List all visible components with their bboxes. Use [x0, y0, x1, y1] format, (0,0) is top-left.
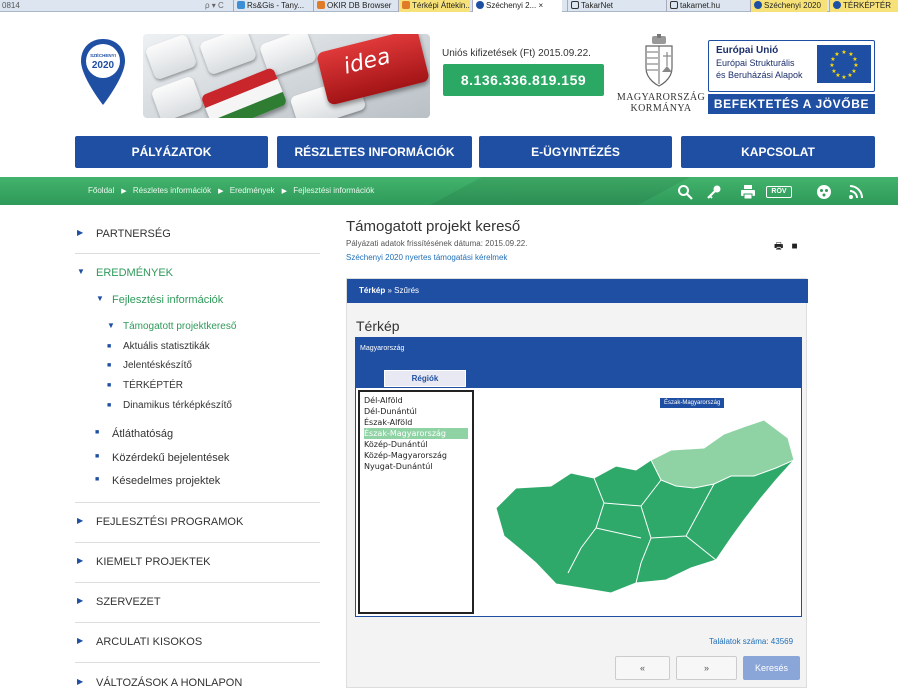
page-title: Támogatott projekt kereső: [346, 218, 521, 235]
region-list[interactable]: Dél-Alföld Dél-Dunántúl Észak-Alföld Ész…: [358, 390, 474, 614]
pin-icon: [476, 1, 484, 9]
pin-icon: [833, 1, 841, 9]
tab-regiok[interactable]: Régiók: [384, 370, 466, 387]
nav-kapcsolat[interactable]: KAPCSOLAT: [681, 136, 875, 168]
svg-text:★: ★: [841, 74, 846, 81]
panel-title: Térkép: [356, 318, 400, 334]
breadcrumb-bar: Főoldal ▶ Részletes információk ▶ Eredmény…: [0, 177, 898, 205]
browser-tabstrip: 0814 ρ ▾ C Rs&Gis - Tany... OKIR DB Brow…: [0, 0, 898, 12]
chevron-right-icon: ▶: [281, 188, 288, 195]
tab-terkep[interactable]: Térkép: [359, 286, 385, 295]
browser-tab-rsgis[interactable]: Rs&Gis - Tany...: [233, 0, 310, 12]
browser-tab-okir[interactable]: OKIR DB Browser: [313, 0, 396, 12]
key-icon[interactable]: [706, 184, 722, 200]
svg-text:★: ★: [829, 62, 834, 69]
browser-tab-szechenyi2020[interactable]: Széchenyi 2020: [750, 0, 827, 12]
pin-icon: [754, 1, 762, 9]
hungarian-flag-key: [200, 66, 288, 118]
svg-text:2020: 2020: [92, 60, 115, 71]
prev-button[interactable]: «: [615, 656, 670, 680]
t-icon: [571, 1, 579, 9]
breadcrumb-eredmenyek[interactable]: Eredmények: [230, 186, 275, 195]
globe-icon: [237, 1, 245, 9]
search-button[interactable]: Keresés: [743, 656, 800, 680]
caret-right-icon: ▶: [77, 228, 84, 237]
region-item[interactable]: Közép-Dunántúl: [364, 439, 468, 450]
page-tools: 🖶 ■: [774, 239, 798, 256]
browser-tab-szechenyi-active[interactable]: Széchenyi 2... ×: [472, 0, 562, 12]
idea-key: idea: [316, 34, 430, 106]
szechenyi-2020-logo[interactable]: SZÉCHENYI 2020: [79, 37, 127, 107]
hungarian-coat-of-arms-icon: [645, 34, 673, 87]
region-item[interactable]: Közép-Magyarország: [364, 450, 468, 461]
caret-down-icon: ▼: [77, 267, 85, 276]
svg-text:★: ★: [841, 49, 846, 56]
browser-tab-takarnet[interactable]: TakarNet: [567, 0, 645, 12]
accessibility-icon[interactable]: [816, 184, 832, 200]
eu-flag-icon: ★ ★★★ ★★★★ ★★★★: [817, 45, 871, 83]
caret-right-icon: ▶: [77, 636, 84, 645]
search-icon[interactable]: [677, 184, 693, 200]
map-frame: Dél-Alföld Dél-Dunántúl Észak-Alföld Ész…: [355, 387, 802, 617]
results-count: Találatok száma: 43569: [709, 637, 794, 646]
nav-palyazatok[interactable]: PÁLYÁZATOK: [75, 136, 268, 168]
caret-down-icon: ▼: [107, 321, 115, 330]
nav-e-ugyintezes[interactable]: E-ÜGYINTÉZÉS: [479, 136, 672, 168]
payout-value: 8.136.336.819.159: [443, 64, 604, 96]
region-item[interactable]: Nyugat-Dunántúl: [364, 461, 468, 472]
breadcrumb-fooldal[interactable]: Főoldal: [88, 186, 114, 195]
browser-nav-controls[interactable]: ρ ▾ C: [205, 1, 224, 10]
caret-right-icon: ▶: [77, 516, 84, 525]
region-item[interactable]: Észak-Alföld: [364, 417, 468, 428]
eu-slogan: BEFEKTETÉS A JÖVŐBE: [708, 94, 875, 114]
flower-icon: [402, 1, 410, 9]
government-logo-text: MAGYARORSZÁG KORMÁNYA: [616, 92, 706, 114]
rov-shortlink-button[interactable]: RÖV: [766, 186, 792, 198]
browser-tab-terkepi[interactable]: Térképi Áttekin...: [398, 0, 470, 12]
address-fragment[interactable]: 0814: [2, 1, 20, 10]
caret-right-icon: ▶: [77, 556, 84, 565]
next-button[interactable]: »: [676, 656, 737, 680]
print-icon[interactable]: 🖶: [774, 241, 783, 252]
breadcrumb-reszletes[interactable]: Részletes információk: [133, 186, 211, 195]
svg-text:SZÉCHENYI: SZÉCHENYI: [90, 51, 116, 58]
hungary-region-map[interactable]: [476, 388, 801, 616]
nav-reszletes-informaciok[interactable]: RÉSZLETES INFORMÁCIÓK: [277, 136, 472, 168]
rss-icon[interactable]: [848, 184, 864, 200]
breadcrumb-fejlesztesi[interactable]: Fejlesztési információk: [293, 186, 374, 195]
svg-text:★: ★: [847, 72, 852, 79]
svg-text:★: ★: [834, 51, 839, 58]
header-banner-image: idea: [143, 34, 430, 118]
map-breadcrumb-magyarorszag[interactable]: Magyarország: [360, 345, 404, 352]
chevron-right-icon: ▶: [121, 188, 127, 195]
chevron-right-icon: ▶: [218, 188, 224, 195]
document-icon[interactable]: ■: [791, 241, 797, 252]
browser-tab-terkepter[interactable]: TÉRKÉPTÉR: [829, 0, 898, 12]
search-panel: Térkép » Szűrés Térkép Magyarország Régi…: [346, 278, 808, 688]
region-item-selected[interactable]: Észak-Magyarország: [364, 428, 468, 439]
eu-funds-logo: Európai Unió Európai Strukturális és Ber…: [708, 40, 875, 92]
tab-szures[interactable]: Szűrés: [394, 286, 419, 295]
map-tooltip: Észak-Magyarország: [660, 398, 725, 408]
map-header: Magyarország Régiók: [355, 337, 802, 387]
caret-right-icon: ▶: [77, 677, 84, 686]
data-update-date: Pályázati adatok frissítésének dátuma: 2…: [346, 239, 528, 248]
svg-text:★: ★: [831, 68, 836, 75]
caret-right-icon: ▶: [77, 596, 84, 605]
region-item[interactable]: Dél-Alföld: [364, 395, 468, 406]
breadcrumb: Főoldal ▶ Részletes információk ▶ Eredmény…: [88, 177, 377, 205]
caret-down-icon: ▼: [96, 294, 104, 303]
browser-tab-takarnet-hu[interactable]: takarnet.hu: [666, 0, 743, 12]
main-navigation: PÁLYÁZATOK RÉSZLETES INFORMÁCIÓK E-ÜGYIN…: [75, 136, 875, 168]
t-icon: [670, 1, 678, 9]
payout-label: Uniós kifizetések (Ft) 2015.09.22.: [442, 48, 591, 59]
winners-link[interactable]: Széchenyi 2020 nyertes támogatási kérelm…: [346, 253, 507, 262]
panel-tabs: Térkép » Szűrés: [347, 279, 808, 303]
print-icon[interactable]: [740, 184, 756, 200]
region-item[interactable]: Dél-Dunántúl: [364, 406, 468, 417]
flower-icon: [317, 1, 325, 9]
